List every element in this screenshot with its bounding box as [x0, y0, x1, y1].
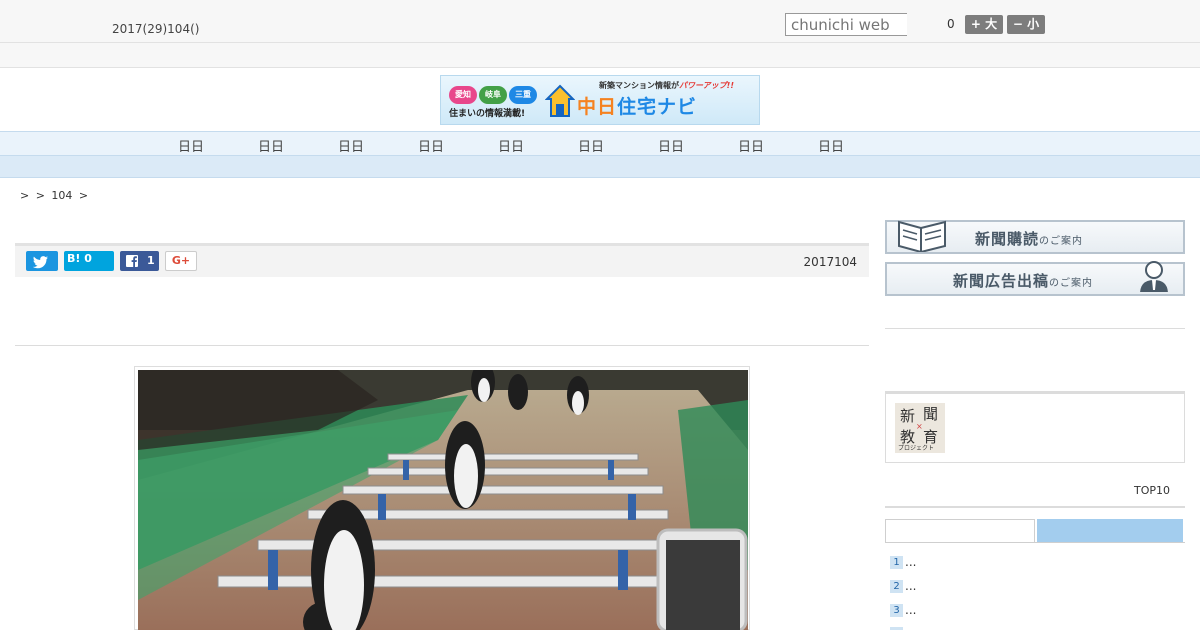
sidebar-divider — [885, 328, 1185, 329]
top-bar: 2017(29)104() 0 + 大 − 小 — [0, 0, 1200, 43]
share-bar: B! 0 1 G+ 2017104 — [15, 243, 869, 277]
newspaper-education-box[interactable]: 新 聞 × 教 育 プロジェクト — [885, 391, 1185, 463]
ranking-item[interactable]: 3... — [890, 603, 916, 617]
ranking-text: ... — [905, 603, 917, 617]
ranking-tab-2[interactable] — [1037, 519, 1183, 543]
ranking-number: 2 — [890, 580, 903, 593]
newspaper-education-logo: 新 聞 × 教 育 プロジェクト — [895, 403, 945, 453]
hatena-bookmark-button[interactable]: B! 0 — [64, 251, 114, 271]
ad-placement-main: 新聞広告出稿 — [953, 272, 1050, 290]
ranking-item[interactable]: 1... — [890, 555, 916, 569]
subscription-guide-label: 新聞購読のご案内 — [975, 228, 1083, 249]
tab-underline — [885, 542, 1185, 543]
banner-tagline: 住まいの情報満載! — [449, 109, 526, 119]
font-small-button[interactable]: − 小 — [1007, 15, 1045, 34]
newspaper-icon — [898, 220, 946, 252]
subscription-guide-banner[interactable]: 新聞購読のご案内 — [885, 220, 1185, 254]
subscription-main: 新聞購読 — [975, 230, 1040, 248]
font-large-button[interactable]: + 大 — [965, 15, 1003, 34]
nav-item[interactable]: 日日 — [178, 136, 204, 155]
nav-item[interactable]: 日日 — [818, 136, 844, 155]
hatena-label: B! 0 — [67, 252, 92, 265]
sub-nav — [0, 156, 1200, 178]
housing-navi-banner[interactable]: 愛知 岐阜 三重 住まいの情報満載! 中日住宅ナビ 新築マンション情報がパワーア… — [440, 75, 760, 125]
search-input[interactable] — [785, 13, 907, 36]
facebook-count: 1 — [147, 254, 155, 267]
ad-placement-guide-banner[interactable]: 新聞広告出稿のご案内 — [885, 261, 1185, 296]
businessman-icon — [1140, 261, 1168, 292]
np-logo-project: プロジェクト — [898, 445, 935, 452]
twitter-icon — [32, 256, 48, 269]
nav-item[interactable]: 日日 — [658, 136, 684, 155]
ad-placement-guide-label: 新聞広告出稿のご案内 — [953, 270, 1093, 291]
ad-placement-small: のご案内 — [1049, 278, 1094, 289]
top10-label: TOP10 — [1134, 484, 1171, 497]
google-plus-button[interactable]: G+ — [165, 251, 197, 271]
nav-item[interactable]: 日日 — [578, 136, 604, 155]
twitter-share-button[interactable] — [26, 251, 58, 271]
banner-tag-mie: 三重 — [509, 86, 537, 104]
facebook-share-button[interactable]: 1 — [120, 251, 159, 271]
article-date: 2017104 — [803, 255, 857, 269]
np-logo-char: 新 — [900, 407, 916, 425]
ranking-item[interactable]: 2... — [890, 579, 916, 593]
ranking-number: 3 — [890, 604, 903, 617]
breadcrumb[interactable]: > > 104 > — [20, 189, 88, 202]
banner-name-part1: 中日 — [577, 96, 618, 118]
banner-sub: 新築マンション情報がパワーアップ!! — [599, 80, 734, 91]
banner-name: 中日住宅ナビ — [577, 92, 697, 119]
penguin-photo-image — [138, 370, 748, 630]
count-value: 0 — [947, 17, 955, 31]
ranking-tab-1[interactable] — [885, 519, 1035, 543]
house-icon — [545, 84, 575, 117]
banner-tag-aichi: 愛知 — [449, 86, 477, 104]
nav-item[interactable]: 日日 — [258, 136, 284, 155]
ranking-number: 1 — [890, 556, 903, 569]
banner-tag-gifu: 岐阜 — [479, 86, 507, 104]
banner-sub-text: 新築マンション情報が — [599, 81, 679, 90]
nav-item[interactable]: 日日 — [338, 136, 364, 155]
banner-name-part2: 住宅ナビ — [617, 96, 698, 118]
current-date: 2017(29)104() — [112, 22, 200, 36]
facebook-icon — [126, 255, 138, 267]
main-nav: 日日 日日 日日 日日 日日 日日 日日 日日 日日 — [0, 131, 1200, 156]
nav-item[interactable]: 日日 — [738, 136, 764, 155]
banner-sub-emphasis: パワーアップ!! — [679, 81, 734, 90]
sidebar-divider — [885, 506, 1185, 508]
np-logo-char: 聞 — [923, 405, 939, 423]
sub-bar — [0, 43, 1200, 68]
ranking-text: ... — [905, 555, 917, 569]
nav-item[interactable]: 日日 — [498, 136, 524, 155]
article-divider — [15, 345, 869, 346]
article-photo — [134, 366, 750, 630]
subscription-small: のご案内 — [1039, 236, 1084, 247]
nav-item[interactable]: 日日 — [418, 136, 444, 155]
np-logo-cross: × — [916, 422, 923, 431]
ranking-text: ... — [905, 579, 917, 593]
